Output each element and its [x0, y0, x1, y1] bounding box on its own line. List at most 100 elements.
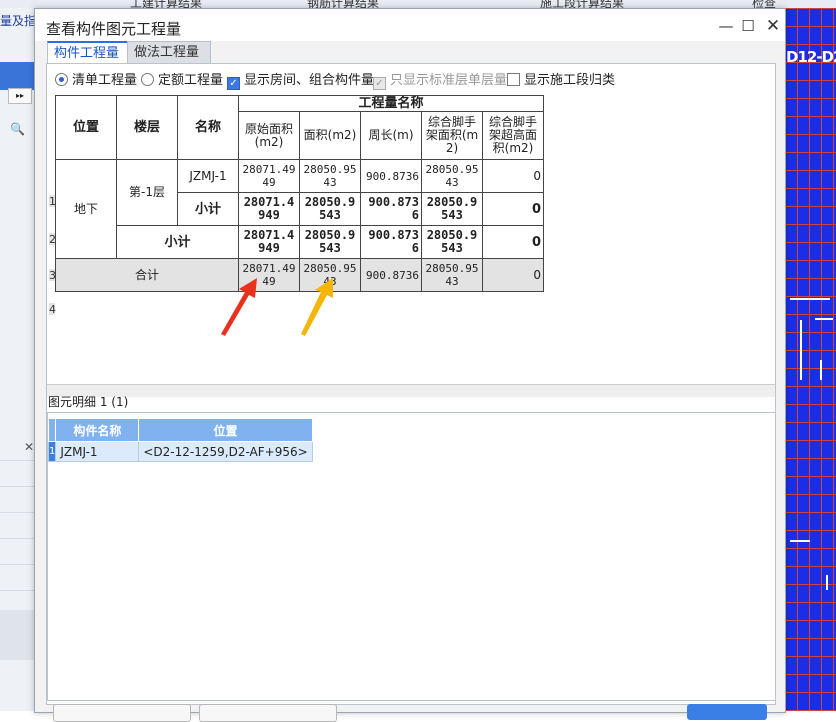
cell-position[interactable]: 地下 — [55, 159, 117, 259]
radio-quota-quantity-label: 定额工程量 — [158, 73, 224, 88]
checkbox-only-standard-floor-label: 只显示标准层单层量 — [390, 73, 508, 88]
minimize-icon[interactable]: — — [715, 15, 737, 37]
divider — [0, 460, 36, 461]
search-icon[interactable]: 🔍 — [10, 122, 25, 136]
cell-scaffold-over-area[interactable]: 0 — [482, 258, 544, 292]
red-arrow-annotation — [221, 278, 257, 336]
radio-quota-quantity[interactable]: 定额工程量 — [141, 72, 223, 90]
cell-perimeter[interactable]: 900.8736 — [360, 258, 422, 292]
checkbox-only-standard-floor: ✓ 只显示标准层单层量 — [373, 72, 507, 90]
checkbox-unchecked-icon — [507, 73, 520, 86]
checkbox-show-sections-label: 显示施工段归类 — [524, 73, 616, 88]
grid-scrollbar[interactable] — [47, 384, 775, 397]
cell-floor[interactable]: 第-1层 — [116, 159, 178, 226]
cell-area[interactable]: 28050.9543 — [299, 192, 361, 226]
expand-arrows-button[interactable]: ▸▸ — [8, 88, 32, 104]
cell-name[interactable]: JZMJ-1 — [177, 159, 239, 193]
background-tab-civil[interactable]: 工建计算结果 — [130, 0, 202, 10]
dialog-title: 查看构件图元工程量 — [46, 20, 182, 38]
red-arrow-shape — [221, 278, 257, 336]
cell-original-area[interactable]: 28071.4949 — [238, 192, 300, 226]
detail-header-name[interactable]: 构件名称 — [55, 418, 140, 442]
cell-name[interactable]: 小计 — [116, 225, 239, 259]
close-icon[interactable]: ✕ — [762, 15, 784, 37]
orange-arrow-shape — [301, 278, 333, 336]
cad-line — [800, 320, 802, 380]
background-left-title: 量及指 — [0, 14, 37, 28]
header-area[interactable]: 面积(m2) — [299, 111, 361, 160]
bottom-button[interactable] — [53, 704, 191, 722]
cell-scaffold-over-area[interactable]: 0 — [482, 159, 544, 193]
radio-list-quantity-label: 清单工程量 — [72, 73, 138, 88]
cad-canvas[interactable] — [785, 8, 836, 711]
quantity-grid: 1 2 3 4 位置 楼层 名称 工程量名称 原始面积(m2) 面积(m2) 周… — [49, 95, 649, 316]
header-floor[interactable]: 楼层 — [116, 95, 178, 160]
cell-scaffold-area[interactable]: 28050.9543 — [421, 192, 483, 226]
dialog-title-bar[interactable]: 查看构件图元工程量 — ☐ ✕ — [35, 9, 785, 41]
bottom-button[interactable] — [199, 704, 337, 722]
cad-line — [820, 360, 822, 380]
tab-method-quantity[interactable]: 做法工程量 — [127, 41, 211, 63]
detail-cell-name[interactable]: JZMJ-1 — [55, 441, 140, 462]
header-original-area[interactable]: 原始面积(m2) — [238, 111, 300, 160]
detail-panel: 构件名称 位置 1 JZMJ-1 <D2-12-1259,D2-AF+956> — [47, 412, 776, 701]
cell-area[interactable]: 28050.9543 — [299, 225, 361, 259]
quantity-dialog: 查看构件图元工程量 — ☐ ✕ 构件工程量 做法工程量 清单工程量 定额工程量 … — [34, 8, 786, 722]
background-tab-section[interactable]: 施工段计算结果 — [540, 0, 624, 10]
radio-list-quantity[interactable]: 清单工程量 — [55, 72, 137, 90]
background-tab-rebar[interactable]: 钢筋计算结果 — [307, 0, 379, 10]
background-left-strip — [0, 610, 36, 660]
checkbox-checked-icon: ✓ — [227, 77, 240, 90]
orange-arrow-annotation — [301, 278, 333, 336]
tab-component-quantity[interactable]: 构件工程量 — [47, 41, 131, 64]
detail-row-number[interactable]: 1 — [47, 441, 57, 462]
checkbox-disabled-icon: ✓ — [373, 77, 386, 90]
divider — [0, 486, 36, 487]
header-position[interactable]: 位置 — [55, 95, 117, 160]
detail-table: 构件名称 位置 1 JZMJ-1 <D2-12-1259,D2-AF+956> — [47, 418, 313, 462]
divider — [0, 590, 36, 591]
cad-line — [790, 540, 810, 542]
cell-scaffold-area[interactable]: 28050.9543 — [421, 225, 483, 259]
divider — [0, 564, 36, 565]
maximize-icon[interactable]: ☐ — [737, 15, 759, 37]
cell-perimeter[interactable]: 900.8736 — [360, 225, 422, 259]
background-left-panel — [0, 8, 37, 711]
header-perimeter[interactable]: 周长(m) — [360, 111, 422, 160]
cell-name[interactable]: 小计 — [177, 192, 239, 226]
quantity-table: 位置 楼层 名称 工程量名称 原始面积(m2) 面积(m2) 周长(m) 综合脚… — [55, 95, 544, 292]
radio-empty-icon — [141, 73, 154, 86]
cell-scaffold-area[interactable]: 28050.9543 — [421, 258, 483, 292]
divider — [0, 538, 36, 539]
checkbox-show-rooms[interactable]: ✓ 显示房间、组合构件量 — [227, 72, 374, 90]
cad-line — [826, 575, 828, 590]
checkbox-show-sections[interactable]: 显示施工段归类 — [507, 72, 615, 90]
cell-original-area[interactable]: 28071.4949 — [238, 159, 300, 193]
detail-corner — [47, 418, 57, 442]
cell-scaffold-area[interactable]: 28050.9543 — [421, 159, 483, 193]
header-name[interactable]: 名称 — [177, 95, 239, 160]
row-number[interactable]: 4 — [49, 303, 56, 316]
cell-scaffold-over-area[interactable]: 0 — [482, 192, 544, 226]
radio-selected-icon — [55, 73, 68, 86]
checkbox-show-rooms-label: 显示房间、组合构件量 — [244, 73, 375, 88]
cell-area[interactable]: 28050.9543 — [299, 159, 361, 193]
primary-button[interactable] — [687, 704, 767, 720]
cad-line — [815, 318, 833, 320]
detail-section-label: 图元明细 1 (1) — [48, 395, 129, 409]
header-scaffold-over-area[interactable]: 综合脚手架超高面积(m2) — [482, 111, 544, 160]
background-left-highlight — [0, 62, 36, 90]
header-scaffold-area[interactable]: 综合脚手架面积(m2) — [421, 111, 483, 160]
background-tab-check[interactable]: 检查 — [752, 0, 776, 10]
detail-header-position[interactable]: 位置 — [138, 418, 313, 442]
detail-cell-position[interactable]: <D2-12-1259,D2-AF+956> — [138, 441, 313, 462]
close-icon[interactable]: ✕ — [24, 440, 34, 454]
cell-total-label[interactable]: 合计 — [55, 258, 239, 292]
cad-axis-label: D12-D2 — [786, 48, 836, 66]
divider — [0, 512, 36, 513]
cell-perimeter[interactable]: 900.8736 — [360, 159, 422, 193]
cell-original-area[interactable]: 28071.4949 — [238, 225, 300, 259]
cell-scaffold-over-area[interactable]: 0 — [482, 225, 544, 259]
header-quantity-group[interactable]: 工程量名称 — [238, 95, 544, 112]
cell-perimeter[interactable]: 900.8736 — [360, 192, 422, 226]
